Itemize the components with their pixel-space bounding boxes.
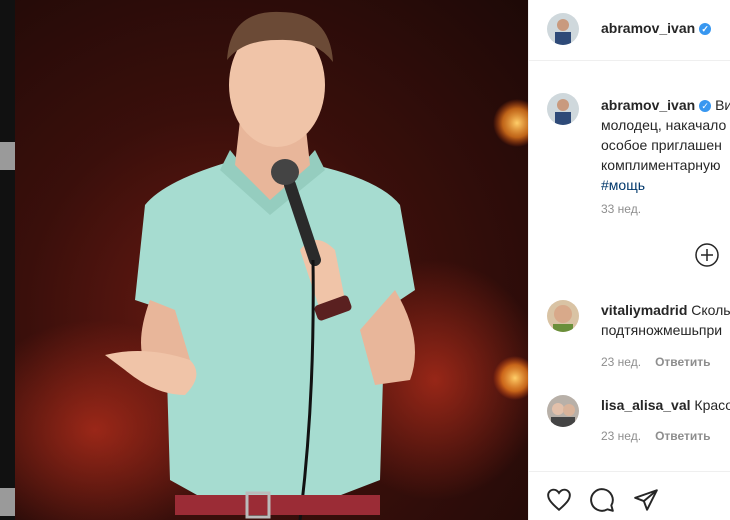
hashtag-link[interactable]: #мощь	[601, 175, 730, 195]
share-icon[interactable]	[633, 487, 659, 513]
comment-1-meta: 23 нед. Ответить	[601, 355, 711, 369]
comment-2-text: Красо	[694, 397, 730, 413]
commenter-username[interactable]: vitaliymadrid	[601, 302, 687, 318]
commenter-avatar[interactable]	[547, 300, 579, 332]
caption-line-4: комплиментарную	[601, 157, 721, 173]
previous-post-edge-lower	[0, 488, 15, 516]
action-bar	[529, 471, 730, 520]
comment-1-time[interactable]: 23 нед.	[601, 355, 641, 369]
caption-avatar[interactable]	[547, 93, 579, 125]
post-time[interactable]: 33 нед.	[601, 202, 641, 216]
comment-icon[interactable]	[589, 487, 615, 513]
caption-verified-badge-icon: ✓	[699, 100, 712, 112]
heart-icon[interactable]	[546, 487, 572, 513]
comment-1-text-line2: подтяножмешьпри	[601, 322, 723, 338]
post-header: abramov_ivan ✓	[529, 0, 730, 61]
author-avatar[interactable]	[547, 13, 579, 45]
reply-button-2[interactable]: Ответить	[655, 429, 710, 443]
caption-line-1: Ви	[715, 97, 730, 113]
post-photo[interactable]	[15, 0, 528, 520]
caption-line-2: молодец, накачало	[601, 117, 727, 133]
comment-2-body: lisa_alisa_val Красо	[601, 395, 730, 415]
verified-badge-icon: ✓	[699, 23, 712, 35]
post-sidebar: abramov_ivan✓ abramov_ivan✓ Ви молодец, …	[528, 0, 730, 520]
reply-button[interactable]: Ответить	[655, 355, 710, 369]
caption-author[interactable]: abramov_ivan	[601, 97, 695, 113]
commenter-avatar-2[interactable]	[547, 395, 579, 427]
comment-2-meta: 23 нед. Ответить	[601, 429, 711, 443]
caption-line-3: особое приглашен	[601, 137, 722, 153]
photo-illustration	[15, 11, 528, 520]
comment-1-text: Сколь	[691, 302, 730, 318]
stage-light	[493, 99, 528, 147]
author-username[interactable]: abramov_ivan ✓	[601, 20, 712, 36]
comment-1-body: vitaliymadrid Сколь	[601, 300, 730, 320]
commenter-username-2[interactable]: lisa_alisa_val	[601, 397, 691, 413]
previous-post-edge[interactable]	[0, 142, 15, 170]
microphone	[271, 159, 299, 185]
belt	[175, 495, 380, 515]
comment-2-time[interactable]: 23 нед.	[601, 429, 641, 443]
post-caption: abramov_ivan ✓ Ви молодец, накачало особо…	[601, 95, 730, 195]
add-comment-icon[interactable]	[695, 243, 719, 267]
previous-post-strip[interactable]	[0, 0, 15, 520]
